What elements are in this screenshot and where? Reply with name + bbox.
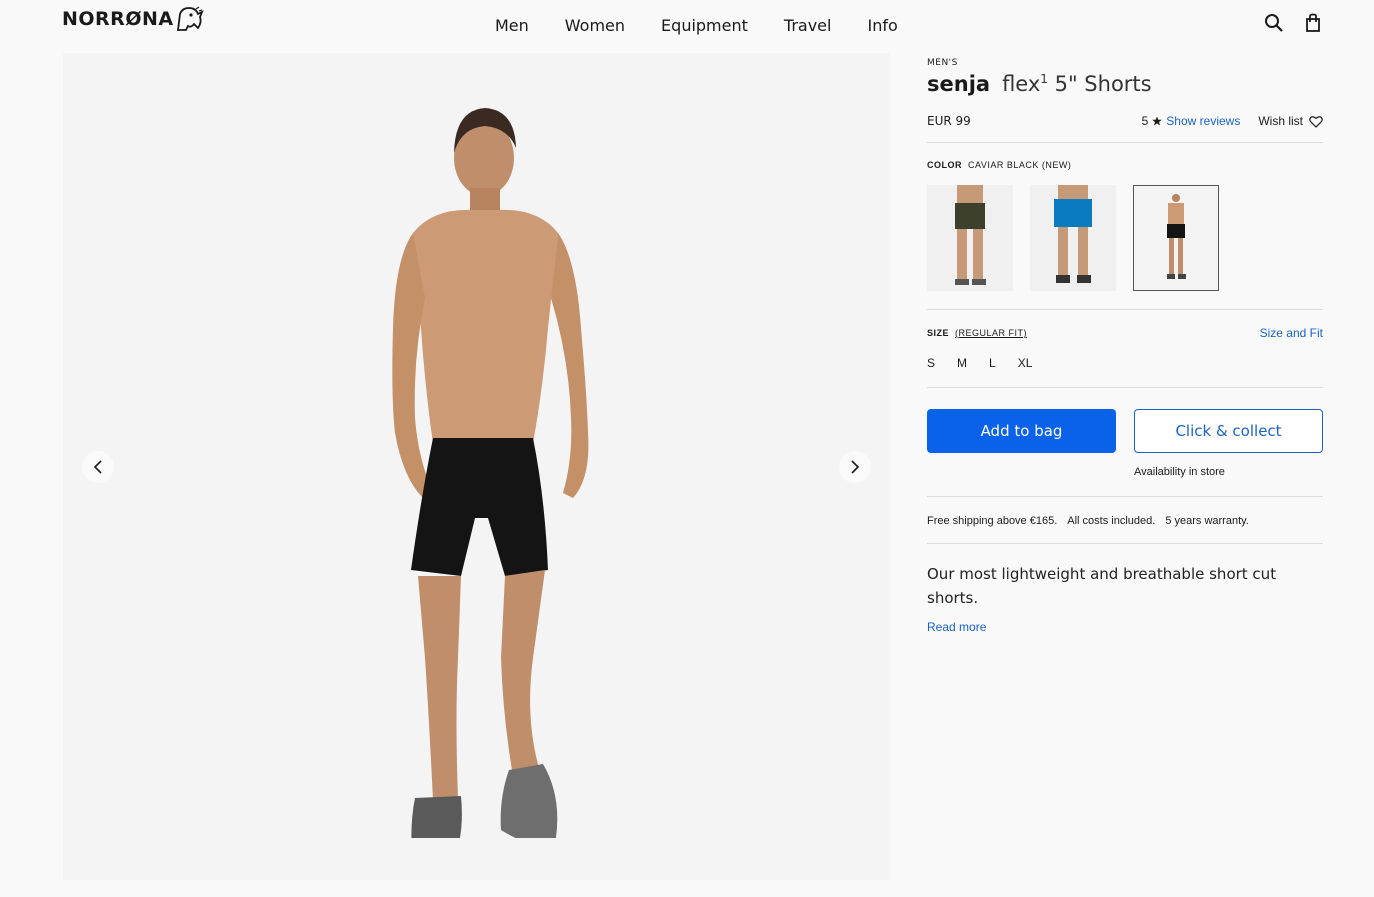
size-option-m[interactable]: M <box>957 356 967 370</box>
size-and-fit-link[interactable]: Size and Fit <box>1260 326 1323 340</box>
product-gender: MEN'S <box>927 58 958 68</box>
size-option-xl[interactable]: XL <box>1018 356 1033 370</box>
shipping-free: Free shipping above €165. <box>927 515 1058 527</box>
shipping-info: Free shipping above €165. All costs incl… <box>927 515 1323 527</box>
gallery-next-button[interactable] <box>839 451 871 483</box>
size-row: SIZE (REGULAR FIT) Size and Fit <box>927 326 1323 340</box>
product-model: flex1 5" Shorts <box>1002 72 1152 96</box>
product-image <box>392 108 589 838</box>
nav-equipment[interactable]: Equipment <box>643 16 766 35</box>
nav-info[interactable]: Info <box>849 16 915 35</box>
product-price: EUR 99 <box>927 114 971 128</box>
divider <box>927 387 1323 388</box>
shipping-warranty: 5 years warranty. <box>1165 515 1249 527</box>
purchase-buttons: Add to bag Click & collect <box>927 409 1323 453</box>
color-row: COLOR CAVIAR BLACK (NEW) <box>927 160 1323 170</box>
size-option-l[interactable]: L <box>989 356 996 370</box>
nav-women[interactable]: Women <box>547 16 643 35</box>
nav-men[interactable]: Men <box>477 16 547 35</box>
product-panel: MEN'S senja flex1 5" Shorts EUR 99 5 Sho… <box>927 53 1323 634</box>
header-icons <box>1264 13 1322 33</box>
bag-icon[interactable] <box>1304 13 1322 33</box>
gallery-prev-button[interactable] <box>82 451 114 483</box>
chevron-left-icon <box>93 460 102 474</box>
swatch-thumbnail <box>955 185 986 285</box>
chevron-right-icon <box>851 460 860 474</box>
fit-link[interactable]: (REGULAR FIT) <box>955 328 1027 338</box>
main-nav: Men Women Equipment Travel Info <box>477 16 916 35</box>
wish-list-button[interactable]: Wish list <box>1258 114 1323 128</box>
size-label: SIZE <box>927 328 950 338</box>
norrona-logo[interactable]: NORRØNA <box>62 4 206 34</box>
product-description: Our most lightweight and breathable shor… <box>927 565 1277 607</box>
swatch-thumbnail <box>1167 194 1186 279</box>
heart-icon <box>1309 115 1323 128</box>
product-gallery <box>63 53 890 880</box>
read-more-link[interactable]: Read more <box>927 620 986 634</box>
site-header: NORRØNA Men Women Equipment Travel Info <box>0 0 1374 52</box>
divider <box>927 142 1323 143</box>
color-value: CAVIAR BLACK (NEW) <box>968 160 1072 170</box>
bird-logo-icon <box>176 6 204 31</box>
shipping-costs: All costs included. <box>1067 515 1156 527</box>
swatch-olive[interactable] <box>927 185 1013 291</box>
color-swatches <box>927 185 1323 291</box>
swatch-blue[interactable] <box>1030 185 1116 291</box>
size-options: S M L XL <box>927 356 1323 370</box>
logo-text: NORRØNA <box>62 8 174 30</box>
divider <box>927 496 1323 497</box>
star-icon <box>1152 116 1163 126</box>
product-title: senja flex1 5" Shorts <box>927 72 1323 96</box>
swatch-thumbnail <box>1054 185 1092 283</box>
divider <box>927 309 1323 310</box>
size-option-s[interactable]: S <box>927 356 935 370</box>
model-superscript: 1 <box>1040 72 1048 86</box>
add-to-bag-button[interactable]: Add to bag <box>927 409 1116 453</box>
swatch-caviar-black[interactable] <box>1133 185 1219 291</box>
rating-value: 5 <box>1141 114 1149 128</box>
price-row: EUR 99 5 Show reviews Wish list <box>927 114 1323 128</box>
nav-travel[interactable]: Travel <box>766 16 850 35</box>
show-reviews-link[interactable]: Show reviews <box>1166 114 1240 128</box>
wish-list-label: Wish list <box>1258 114 1303 128</box>
rating: 5 Show reviews <box>1142 114 1241 128</box>
color-label: COLOR <box>927 160 962 170</box>
divider <box>927 543 1323 544</box>
click-collect-button[interactable]: Click & collect <box>1134 409 1323 453</box>
search-icon[interactable] <box>1264 13 1284 33</box>
product-brand: senja <box>927 72 991 96</box>
availability-in-store[interactable]: Availability in store <box>1134 466 1323 478</box>
